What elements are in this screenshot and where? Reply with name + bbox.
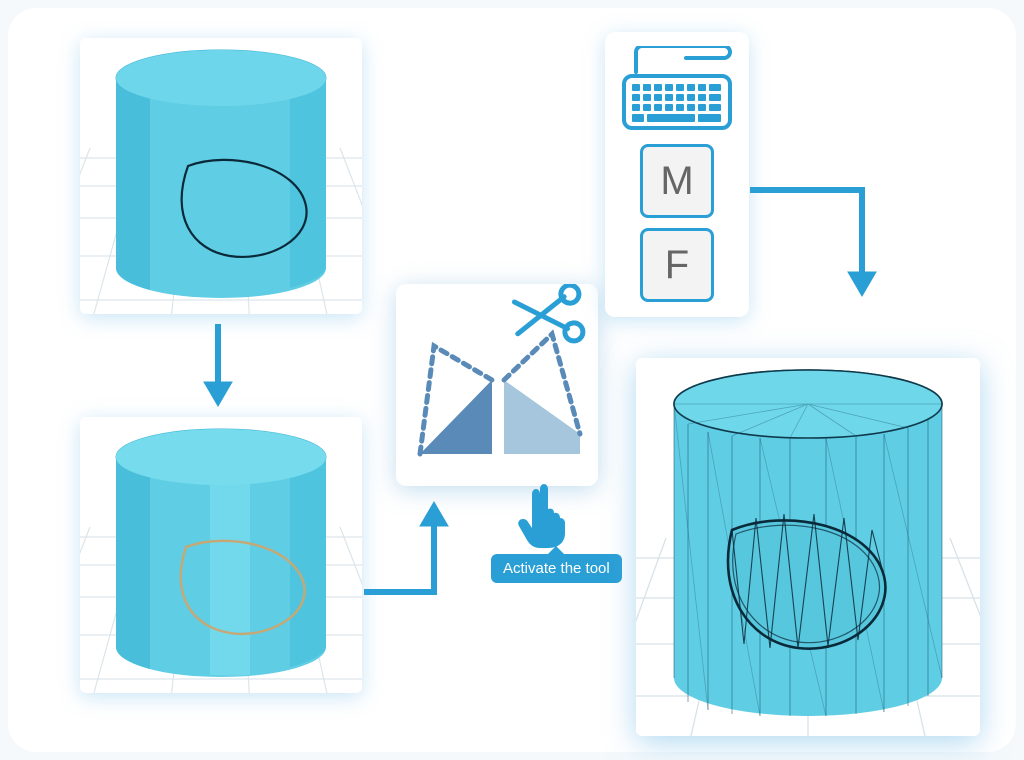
scissors-icon <box>513 284 583 346</box>
cylinder-body-2 <box>116 429 326 677</box>
key-m-label: M <box>660 159 693 204</box>
arrow-elbow-up <box>364 498 454 608</box>
key-m[interactable]: M <box>640 144 714 218</box>
step2-panel <box>80 417 362 693</box>
tool-panel[interactable] <box>396 284 598 486</box>
arrow-elbow-down <box>750 182 890 302</box>
keyboard-icon <box>618 46 736 134</box>
key-f-label: F <box>665 243 689 288</box>
result-panel <box>636 358 980 736</box>
pointing-hand-icon <box>516 480 576 550</box>
shortcut-panel: M F <box>605 32 749 317</box>
activate-tooltip: Activate the tool <box>491 554 622 583</box>
step1-panel <box>80 38 362 314</box>
tooltip-label: Activate the tool <box>503 560 610 577</box>
arrow-down-1 <box>198 324 238 408</box>
cylinder-body-1 <box>116 50 326 298</box>
tool-face-left <box>420 380 492 454</box>
key-f[interactable]: F <box>640 228 714 302</box>
diagram-canvas: Activate the tool M F <box>8 8 1016 752</box>
